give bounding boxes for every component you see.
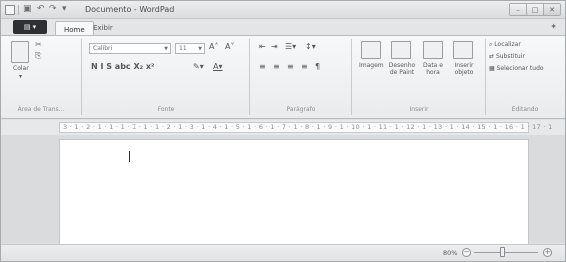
calendar-icon[interactable] [423, 41, 443, 59]
quick-access-separator [18, 5, 19, 15]
font-group-label: Fonte [157, 106, 175, 113]
replace-icon: ⇄ [489, 53, 496, 60]
group-separator [249, 39, 250, 115]
paste-dropdown-icon[interactable]: ▾ [19, 73, 22, 80]
insert-group-label: Inserir [409, 106, 429, 113]
zoom-in-button[interactable]: + [543, 248, 552, 257]
decrease-indent-icon[interactable]: ⇤ [259, 42, 266, 51]
ruler-marks: 3 · 1 · 2 · 1 · 1 · 1 · ⌶ · 1 · 1 · 2 · … [63, 123, 553, 131]
redo-icon[interactable]: ↷ [49, 4, 57, 14]
paint-icon[interactable] [391, 41, 411, 59]
save-icon[interactable]: ▣ [23, 4, 32, 14]
insert-object-button[interactable]: Inserir objeto [449, 62, 479, 76]
editing-group-label: Editando [511, 106, 539, 113]
clipboard-group-label: Área de Trans... [17, 106, 65, 113]
select-all-label: Selecionar tudo [496, 65, 544, 72]
chevron-down-icon: ▼ [198, 46, 202, 52]
wordpad-window: ▣ ↶ ↷ ▾ Documento - WordPad – □ ✕ ▤ ▾ Ho… [0, 0, 566, 262]
font-color-icon[interactable]: A▾ [213, 62, 223, 71]
grow-font-icon[interactable]: A˄ [209, 42, 218, 51]
chevron-down-icon: ▼ [164, 46, 168, 52]
paste-icon[interactable] [11, 41, 29, 63]
clipboard-group: Colar ▾ ✂ ⎘ Área de Trans... [5, 37, 77, 115]
font-family-select[interactable]: Calibri ▼ [89, 43, 171, 54]
minimize-button[interactable]: – [510, 4, 527, 15]
group-separator [351, 39, 352, 115]
image-icon[interactable] [361, 41, 381, 59]
paste-button[interactable]: Colar [13, 65, 29, 72]
insert-image-button[interactable]: Imagem [359, 62, 384, 69]
font-group: Calibri ▼ 11 ▼ A˄ A˅ N I S abc X₂ x² ✎▾ … [85, 37, 247, 115]
paint-drawing-button[interactable]: Desenho de Paint [385, 62, 419, 76]
zoom-level: 80% [443, 249, 458, 257]
justify-icon[interactable]: ≡ [301, 62, 308, 71]
app-menu-button[interactable]: ▤ ▾ [13, 20, 47, 34]
increase-indent-icon[interactable]: ⇥ [271, 42, 278, 51]
find-button[interactable]: ⌕ Localizar [489, 41, 521, 49]
customize-quick-access-icon[interactable]: ▾ [62, 4, 67, 14]
shrink-font-icon[interactable]: A˅ [225, 42, 234, 51]
align-center-icon[interactable]: ≡ [273, 62, 280, 71]
replace-button[interactable]: ⇄ Substituir [489, 53, 525, 60]
help-icon[interactable]: ✦ [550, 22, 557, 31]
insert-group: Imagem Desenho de Paint Data e hora Inse… [355, 37, 483, 115]
group-separator [81, 39, 82, 115]
paragraph-settings-icon[interactable]: ¶ [315, 62, 320, 71]
date-time-button[interactable]: Data e hora [419, 62, 447, 76]
window-title: Documento - WordPad [85, 5, 175, 14]
paragraph-group-label: Parágrafo [286, 106, 316, 113]
align-left-icon[interactable]: ≡ [259, 62, 266, 71]
window-controls: – □ ✕ [509, 3, 561, 16]
object-icon[interactable] [453, 41, 473, 59]
tab-exibir[interactable]: Exibir [85, 21, 121, 35]
cut-icon[interactable]: ✂ [35, 40, 42, 49]
highlight-icon[interactable]: ✎▾ [193, 62, 204, 71]
title-bar: ▣ ↶ ↷ ▾ Documento - WordPad – □ ✕ [1, 1, 565, 19]
replace-label: Substituir [495, 53, 525, 60]
zoom-slider-thumb[interactable] [499, 247, 505, 257]
paragraph-group: ⇤ ⇥ ☰▾ ↕▾ ≡ ≡ ≡ ≡ ¶ Parágrafo [253, 37, 349, 115]
editing-group: ⌕ Localizar ⇄ Substituir ▦ Selecionar tu… [487, 37, 563, 115]
wordpad-app-icon[interactable] [5, 5, 15, 15]
group-separator [485, 39, 486, 115]
find-label: Localizar [494, 41, 521, 48]
font-family-value: Calibri [93, 45, 113, 52]
list-icon[interactable]: ☰▾ [285, 42, 296, 51]
maximize-button[interactable]: □ [527, 4, 544, 15]
close-button[interactable]: ✕ [544, 4, 560, 15]
font-size-value: 11 [179, 45, 187, 52]
select-all-button[interactable]: ▦ Selecionar tudo [489, 65, 544, 72]
font-size-select[interactable]: 11 ▼ [175, 43, 205, 54]
zoom-slider-track[interactable] [474, 252, 538, 253]
undo-icon[interactable]: ↶ [37, 4, 45, 14]
copy-icon[interactable]: ⎘ [35, 51, 41, 61]
select-all-icon: ▦ [489, 65, 497, 72]
text-caret [129, 151, 130, 162]
format-buttons[interactable]: N I S abc X₂ x² [91, 62, 155, 71]
zoom-out-button[interactable]: − [462, 248, 471, 257]
line-spacing-icon[interactable]: ↕▾ [305, 42, 316, 51]
align-right-icon[interactable]: ≡ [287, 62, 294, 71]
